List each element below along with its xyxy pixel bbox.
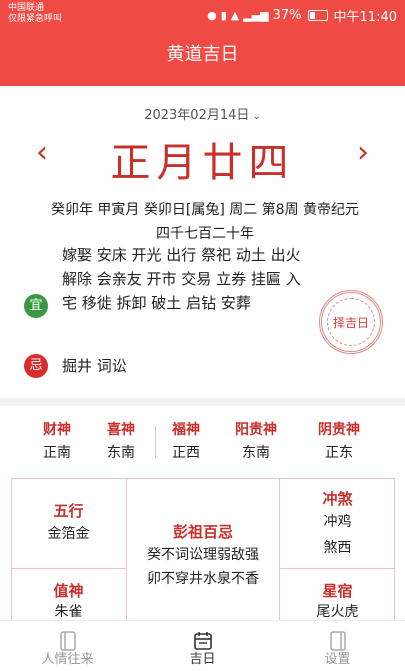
- bottom-nav: 人情往来 吉日 设置: [0, 620, 405, 671]
- emergency-call-text: 仅限紧急呼叫: [8, 14, 63, 24]
- god-fortune: 福神 正西: [156, 420, 216, 466]
- ji-activities: 掘井 词讼: [62, 357, 127, 375]
- god-wealth: 财神 正南: [27, 420, 87, 466]
- xingxiu-title: 星宿: [322, 582, 353, 600]
- book-icon: [59, 631, 76, 651]
- god-direction: 东南: [107, 445, 135, 461]
- wuxing-value: 金箔金: [47, 526, 90, 542]
- carrier-name: 中国联通: [8, 3, 45, 13]
- gregorian-date: 2023年02月14日: [144, 108, 250, 123]
- yi-activities: 嫁娶 安床 开光 出行 祭祀 动土 出火 解除 会亲友 开市 交易 立券 挂匾 …: [62, 246, 301, 312]
- pengzu-line1: 癸不词讼理弱敌强: [147, 547, 259, 563]
- status-bar: 中国联通 仅限紧急呼叫 ● ▮ ▲ ▂▄▆ 37% 中午11:40: [0, 0, 405, 30]
- pengzu-title: 彭祖百忌: [172, 523, 233, 541]
- carrier-info: 中国联通 仅限紧急呼叫: [8, 3, 62, 25]
- battery-percent: 37%: [272, 8, 302, 23]
- tab-label: 人情往来: [41, 652, 94, 667]
- tab-label: 设置: [324, 652, 351, 667]
- chongsha-title: 冲煞: [322, 490, 353, 508]
- settings-book-icon: [329, 631, 346, 651]
- pengzu-line2: 卯不穿井水泉不香: [147, 571, 259, 587]
- tab-settings[interactable]: 设置: [270, 621, 405, 671]
- wuxing-title: 五行: [53, 502, 84, 520]
- stamp-inner-ring: 择吉日: [327, 298, 375, 346]
- grid-line: [279, 568, 395, 569]
- date-picker[interactable]: 2023年02月14日 ⌄: [0, 104, 405, 123]
- zhishen-title: 值神: [53, 582, 84, 600]
- clock: 中午11:40: [333, 10, 397, 25]
- god-yin-noble: 阴贵神 正东: [309, 420, 369, 466]
- calendar-icon: [193, 632, 212, 650]
- god-direction: 正东: [325, 445, 353, 461]
- chevron-down-icon: ⌄: [252, 111, 261, 122]
- location-icon: ●: [207, 9, 217, 22]
- tab-renqing[interactable]: 人情往来: [0, 621, 135, 671]
- wifi-icon: ▲: [230, 9, 240, 22]
- vibrate-icon: ▮: [220, 9, 227, 22]
- god-title: 阴贵神: [318, 422, 360, 438]
- app-bar: 黄道吉日: [0, 30, 405, 86]
- signal-icon: ▂▄▆: [243, 9, 269, 22]
- god-title: 福神: [172, 422, 200, 438]
- god-title: 喜神: [107, 422, 135, 438]
- choose-lucky-day-stamp[interactable]: 择吉日: [319, 290, 383, 354]
- chongsha-line1: 冲鸡: [323, 514, 352, 530]
- next-day-button[interactable]: ›: [357, 138, 369, 168]
- chevron-right-icon: ›: [357, 135, 369, 170]
- ji-badge: 忌: [24, 354, 48, 378]
- god-direction: 东南: [242, 445, 270, 461]
- god-direction: 正西: [172, 445, 200, 461]
- battery-icon: [307, 10, 328, 21]
- grid-line: [11, 568, 126, 569]
- status-icons: ● ▮ ▲ ▂▄▆ 37% 中午11:40: [207, 6, 397, 25]
- lunar-day: 正月廿四: [110, 140, 295, 186]
- ganzhi-info: 癸卯年 甲寅月 癸卯日[属兔] 周二 第8周 黄帝纪元四千七百二十年: [50, 202, 360, 242]
- god-yang-noble: 阳贵神 东南: [226, 420, 286, 466]
- chongsha-line2: 煞西: [323, 540, 352, 556]
- section-divider: [0, 398, 405, 406]
- page-title: 黄道吉日: [166, 44, 239, 65]
- tab-label: 吉日: [189, 652, 216, 667]
- yi-badge: 宜: [24, 294, 48, 318]
- god-title: 财神: [43, 422, 71, 438]
- tab-jiri[interactable]: 吉日: [135, 621, 270, 671]
- god-direction: 正南: [43, 445, 71, 461]
- god-joy: 喜神 东南: [91, 420, 151, 466]
- god-title: 阳贵神: [235, 422, 277, 438]
- stamp-label: 择吉日: [332, 315, 369, 330]
